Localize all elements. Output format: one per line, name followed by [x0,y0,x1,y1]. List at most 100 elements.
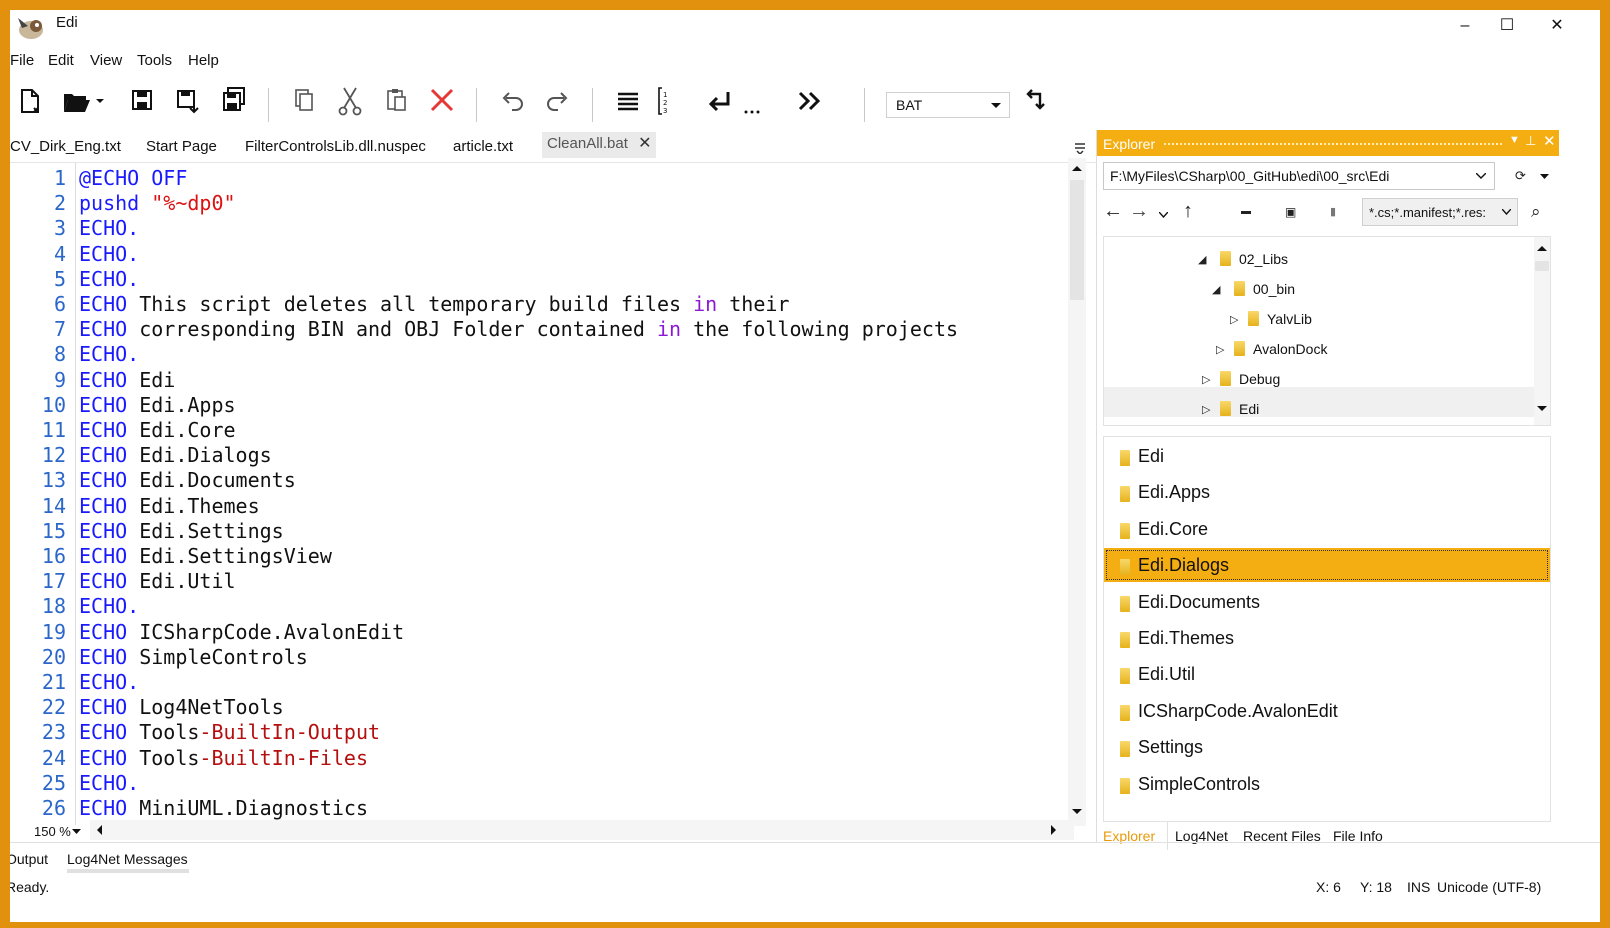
tab-cv-dirk-eng[interactable]: CV_Dirk_Eng.txt [10,138,121,162]
close-button[interactable]: ✕ [1534,10,1580,44]
code-line[interactable]: ECHO Edi.Core [79,418,236,442]
zoom-dropdown-icon[interactable] [72,829,81,835]
code-line[interactable]: ECHO Edi.Documents [79,468,296,492]
folder-list-item[interactable]: Edi.Apps [1104,475,1550,509]
scroll-up-icon[interactable] [1072,164,1082,172]
save-all-icon[interactable] [214,82,254,120]
ellipsis-icon[interactable] [740,82,764,120]
folder-list-item[interactable]: Edi.Core [1104,512,1550,546]
redo-icon[interactable] [538,82,578,120]
code-line[interactable]: ECHO Edi.Settings [79,519,284,543]
tab-close-icon[interactable]: ✕ [638,135,651,152]
menu-help[interactable]: Help [188,52,219,69]
copy-icon[interactable] [284,82,324,120]
paste-icon[interactable] [376,82,416,120]
desktop-icon[interactable]: ▣ [1285,205,1296,219]
folder-list-item[interactable]: Edi.Dialogs [1104,548,1550,583]
code-line[interactable]: ECHO. [79,771,139,795]
tab-log4net-messages[interactable]: Log4Net Messages [67,851,188,867]
back-arrow-icon[interactable]: ← [1103,200,1123,223]
folder-list-item[interactable]: Edi.Util [1104,657,1550,691]
tab-start-page[interactable]: Start Page [146,138,217,162]
code-line[interactable]: ECHO Edi.Dialogs [79,443,272,467]
folder-list[interactable]: Edi Edi.Apps Edi.Core Edi.Dialogs Edi.Docume… [1103,436,1551,822]
scroll-right-icon[interactable] [1051,825,1057,835]
maximize-button[interactable]: ☐ [1484,10,1530,44]
drive-icon[interactable]: ▬ [1241,206,1251,217]
zoom-level[interactable]: 150 % [34,824,71,839]
code-line[interactable]: ECHO Tools-BuiltIn-Output [79,720,380,744]
tab-overflow-icon[interactable] [1074,142,1086,154]
collapsed-arrow-icon[interactable]: ▷ [1202,403,1210,416]
expanded-arrow-icon[interactable]: ◢ [1212,283,1220,296]
tree-scrollbar[interactable] [1534,237,1550,425]
document-icon[interactable]: ▮ [1330,205,1336,218]
search-icon[interactable]: ⌕ [1531,202,1541,222]
code-line[interactable]: ECHO. [79,216,139,240]
code-editor[interactable]: 1 @ECHO OFF 2 pushd "%~dp0" 3 ECHO. 4 ECHO. 5 ECH… [10,163,1086,828]
folder-list-item[interactable]: Edi.Documents [1104,585,1550,619]
menu-file[interactable]: File [10,52,34,69]
cut-icon[interactable] [330,82,370,120]
code-line[interactable]: ECHO Edi.Util [79,569,236,593]
folder-tree[interactable]: ◢ 02_Libs ◢ 00_bin ▷ YalvLib ▷ AvalonDoc… [1103,236,1551,426]
grip-dots[interactable] [1163,142,1503,147]
scrollbar-thumb[interactable] [1070,180,1084,300]
code-line[interactable]: ECHO SimpleControls [79,645,308,669]
expanded-arrow-icon[interactable]: ◢ [1198,253,1206,266]
code-line[interactable]: ECHO ICSharpCode.AvalonEdit [79,620,404,644]
refresh-icon[interactable]: ⟳ [1515,168,1526,184]
scroll-up-icon[interactable] [1537,245,1547,252]
save-as-icon[interactable] [168,82,208,120]
collapsed-arrow-icon[interactable]: ▷ [1230,313,1238,326]
code-line[interactable]: ECHO Edi [79,368,175,392]
minimize-button[interactable]: – [1442,10,1488,44]
options-dropdown-icon[interactable] [1540,174,1549,180]
scroll-down-icon[interactable] [1072,808,1082,816]
code-line[interactable]: @ECHO OFF [79,166,187,190]
folder-list-item[interactable]: Edi [1104,439,1550,473]
open-dropdown-icon[interactable] [90,82,110,120]
folder-list-item[interactable]: Settings [1104,730,1550,764]
tab-filtercontrolslib[interactable]: FilterControlsLib.dll.nuspec [245,138,426,162]
code-line[interactable]: pushd "%~dp0" [79,191,236,215]
pane-close-icon[interactable]: ✕ [1543,132,1556,150]
tree-scrollbar-thumb[interactable] [1535,261,1549,271]
code-line[interactable]: ECHO Edi.Themes [79,494,260,518]
code-line[interactable]: ECHO. [79,594,139,618]
up-arrow-icon[interactable]: ↑ [1183,200,1193,223]
code-line[interactable]: ECHO. [79,670,139,694]
scroll-down-icon[interactable] [1537,405,1547,412]
collapsed-arrow-icon[interactable]: ▷ [1216,343,1224,356]
code-line[interactable]: ECHO. [79,267,139,291]
line-numbers-icon[interactable]: 123 [646,82,686,120]
folder-list-item[interactable]: Edi.Themes [1104,621,1550,655]
word-wrap-icon[interactable] [608,82,648,120]
code-line[interactable]: ECHO corresponding BIN and OBJ Folder co… [79,317,958,341]
new-file-icon[interactable] [10,82,50,120]
save-icon[interactable] [122,82,162,120]
scroll-left-icon[interactable] [96,825,102,835]
folder-list-item[interactable]: ICSharpCode.AvalonEdit [1104,694,1550,728]
fast-forward-icon[interactable] [790,82,830,120]
code-line[interactable]: ECHO Edi.Apps [79,393,236,417]
code-line[interactable]: ECHO. [79,242,139,266]
path-input[interactable]: F:\MyFiles\CSharp\00_GitHub\edi\00_src\E… [1103,162,1495,190]
file-filter-select[interactable]: *.cs;*.manifest;*.res: [1362,198,1518,226]
delete-icon[interactable] [422,82,462,120]
folder-list-item[interactable]: SimpleControls [1104,767,1550,801]
undo-icon[interactable] [492,82,532,120]
menu-edit[interactable]: Edit [48,52,74,69]
settings-icon[interactable] [1018,82,1058,120]
code-line[interactable]: ECHO Tools-BuiltIn-Files [79,746,368,770]
pane-menu-icon[interactable]: ▼ [1509,134,1520,146]
code-line[interactable]: ECHO. [79,342,139,366]
menu-tools[interactable]: Tools [137,52,172,69]
editor-horizontal-scrollbar[interactable] [90,820,1074,840]
tab-article[interactable]: article.txt [453,138,513,162]
code-line[interactable]: ECHO This script deletes all temporary b… [79,292,789,316]
code-line[interactable]: ECHO Edi.SettingsView [79,544,332,568]
tab-output[interactable]: Output [10,851,48,867]
collapsed-arrow-icon[interactable]: ▷ [1202,373,1210,386]
history-dropdown-icon[interactable] [1159,212,1168,218]
